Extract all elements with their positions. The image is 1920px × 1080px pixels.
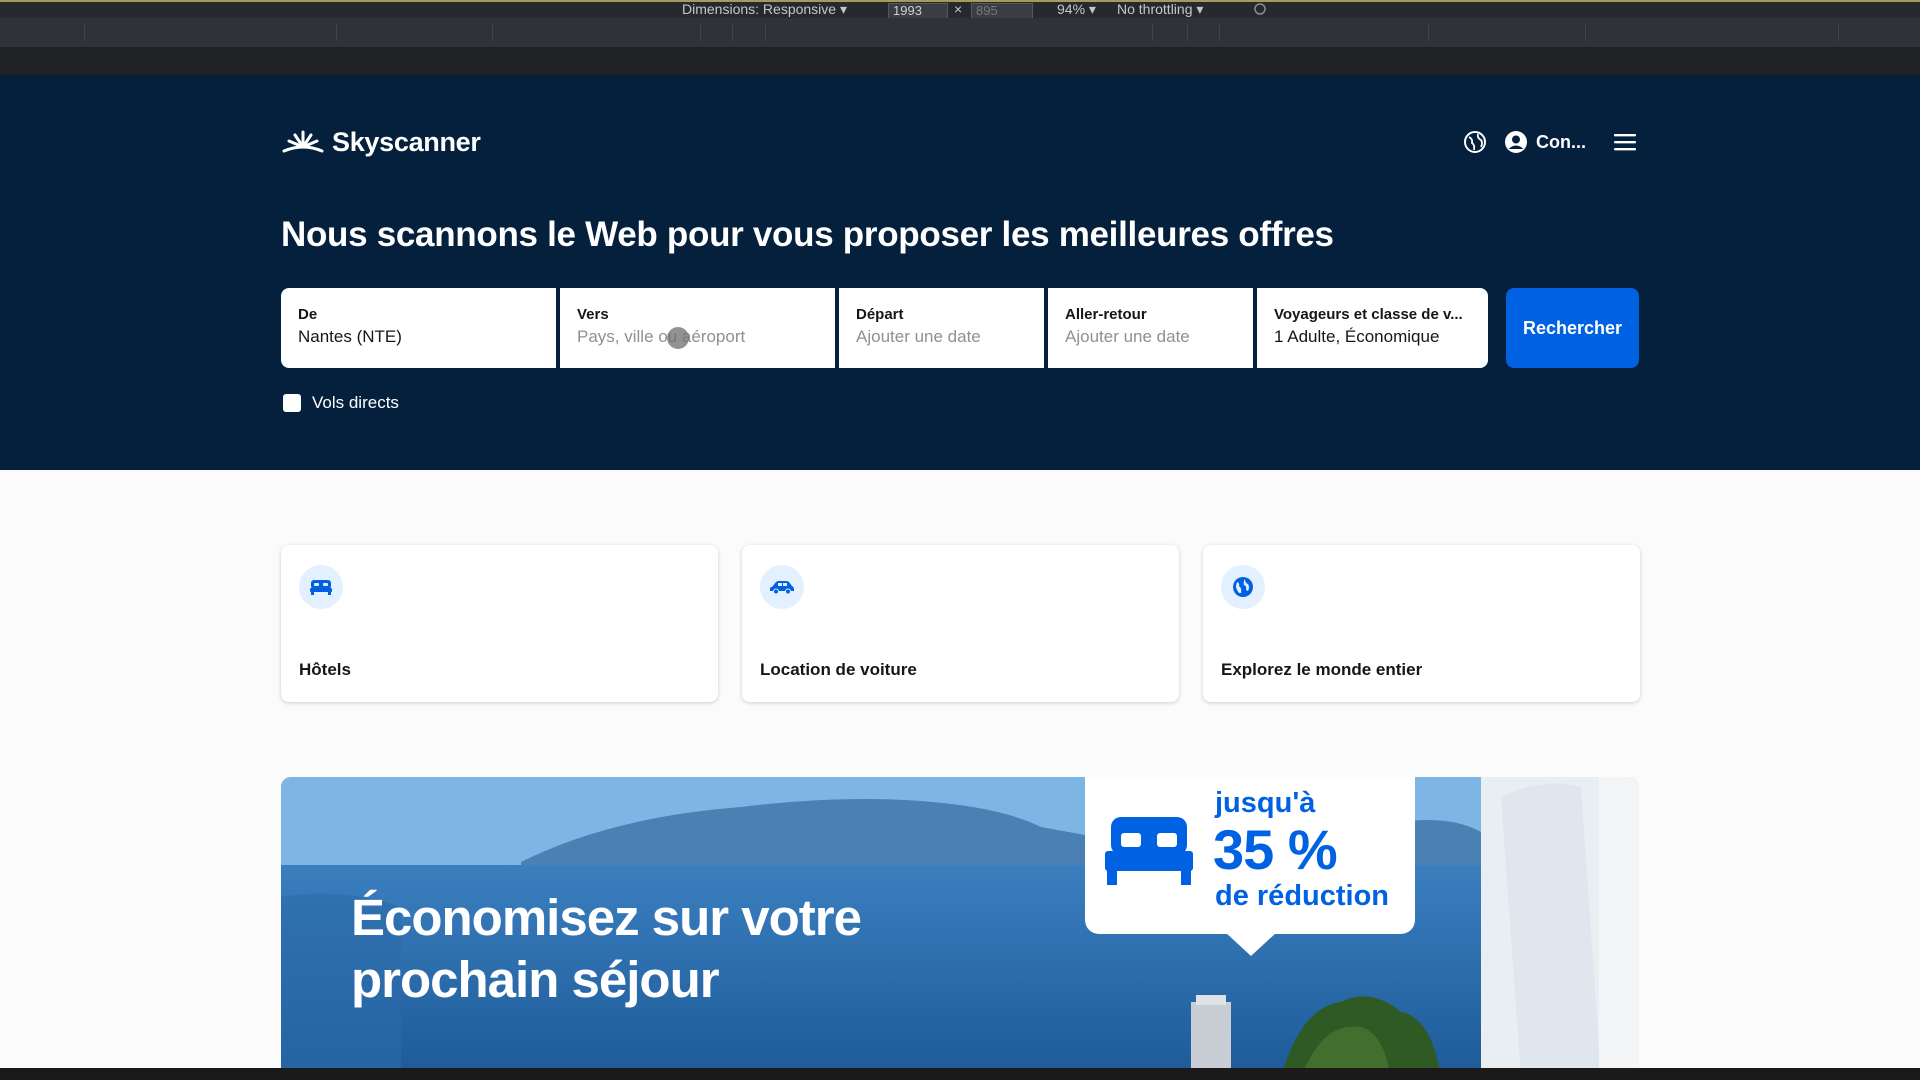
user-icon xyxy=(1505,131,1527,153)
promo-percent: 35 % xyxy=(1213,818,1338,881)
card-car-hire-label: Location de voiture xyxy=(760,660,917,679)
depart-placeholder: Ajouter une date xyxy=(856,327,981,346)
return-placeholder: Ajouter une date xyxy=(1065,327,1190,346)
viewport-height-input[interactable]: 895 xyxy=(971,3,1033,19)
throttling-dropdown[interactable]: No throttling ▾ xyxy=(1117,2,1203,18)
hero-section: Skyscanner Con... Nous scannons le Web p… xyxy=(0,75,1920,470)
depart-label: Départ xyxy=(856,306,904,323)
travellers-label: Voyageurs et classe de v... xyxy=(1274,306,1463,323)
to-field[interactable]: Vers Pays, ville ou aéroport xyxy=(560,288,835,368)
skyscanner-logo[interactable]: Skyscanner xyxy=(282,127,481,158)
device-ruler xyxy=(0,47,1920,75)
times-sign: × xyxy=(954,1,963,17)
depart-date-field[interactable]: Départ Ajouter une date xyxy=(839,288,1044,368)
from-field[interactable]: De Nantes (NTE) xyxy=(281,288,556,368)
travellers-value: 1 Adulte, Économique xyxy=(1274,327,1440,346)
sunburst-logo-icon xyxy=(282,130,324,152)
mouse-cursor xyxy=(667,327,689,349)
travellers-field[interactable]: Voyageurs et classe de v... 1 Adulte, Éc… xyxy=(1257,288,1488,368)
promo-prefix: jusqu'à xyxy=(1215,787,1316,819)
hotel-promo-banner[interactable]: Économisez sur votre prochain séjour jus… xyxy=(281,777,1639,1068)
discount-badge: jusqu'à 35 % de réduction xyxy=(1085,777,1415,956)
login-label: Con... xyxy=(1536,131,1586,152)
menu-button[interactable] xyxy=(1610,127,1640,157)
car-icon xyxy=(760,565,804,609)
checkbox-box[interactable] xyxy=(283,394,301,412)
media-query-bar xyxy=(0,18,1920,47)
from-label: De xyxy=(298,306,318,323)
card-hotels-label: Hôtels xyxy=(299,660,351,679)
hero-headline: Nous scannons le Web pour vous proposer … xyxy=(281,215,1334,254)
to-placeholder: Pays, ville ou aéroport xyxy=(577,327,746,346)
window-bottom-edge xyxy=(0,1068,1920,1080)
return-label: Aller-retour xyxy=(1065,306,1147,323)
page-viewport: Skyscanner Con... Nous scannons le Web p… xyxy=(0,75,1920,1068)
card-explore-label: Explorez le monde entier xyxy=(1221,660,1423,679)
card-explore[interactable]: Explorez le monde entier xyxy=(1203,545,1640,702)
banner-title: Économisez sur votre prochain séjour xyxy=(351,889,862,1008)
zoom-dropdown[interactable]: 94% ▾ xyxy=(1057,2,1096,18)
language-button[interactable] xyxy=(1460,127,1490,157)
promo-suffix: de réduction xyxy=(1215,880,1390,912)
login-button[interactable]: Con... xyxy=(1504,130,1586,154)
logo-text: Skyscanner xyxy=(332,127,481,157)
rotate-icon[interactable] xyxy=(1253,2,1267,18)
card-hotels[interactable]: Hôtels xyxy=(281,545,718,702)
direct-flights-label: Vols directs xyxy=(312,393,399,412)
return-date-field[interactable]: Aller-retour Ajouter une date xyxy=(1048,288,1253,368)
card-car-hire[interactable]: Location de voiture xyxy=(742,545,1179,702)
to-label: Vers xyxy=(577,306,609,323)
direct-flights-checkbox[interactable]: Vols directs xyxy=(283,393,399,413)
search-button[interactable]: Rechercher xyxy=(1506,288,1639,368)
hamburger-menu-icon xyxy=(1614,134,1636,151)
dimensions-dropdown[interactable]: Dimensions: Responsive ▾ xyxy=(682,2,847,18)
bed-icon xyxy=(299,565,343,609)
header-actions: Con... xyxy=(1460,127,1640,157)
globe-icon xyxy=(1221,565,1265,609)
quick-links: Hôtels Location de voiture Explorez le m… xyxy=(281,545,1640,702)
devtools-toolbar: Dimensions: Responsive ▾ 1993 × 895 94% … xyxy=(0,0,1920,19)
bed-icon xyxy=(1105,817,1193,885)
globe-icon xyxy=(1464,131,1486,153)
from-value: Nantes (NTE) xyxy=(298,327,402,346)
flight-search-form: De Nantes (NTE) Vers Pays, ville ou aéro… xyxy=(281,288,1639,368)
viewport-width-input[interactable]: 1993 xyxy=(888,3,948,19)
